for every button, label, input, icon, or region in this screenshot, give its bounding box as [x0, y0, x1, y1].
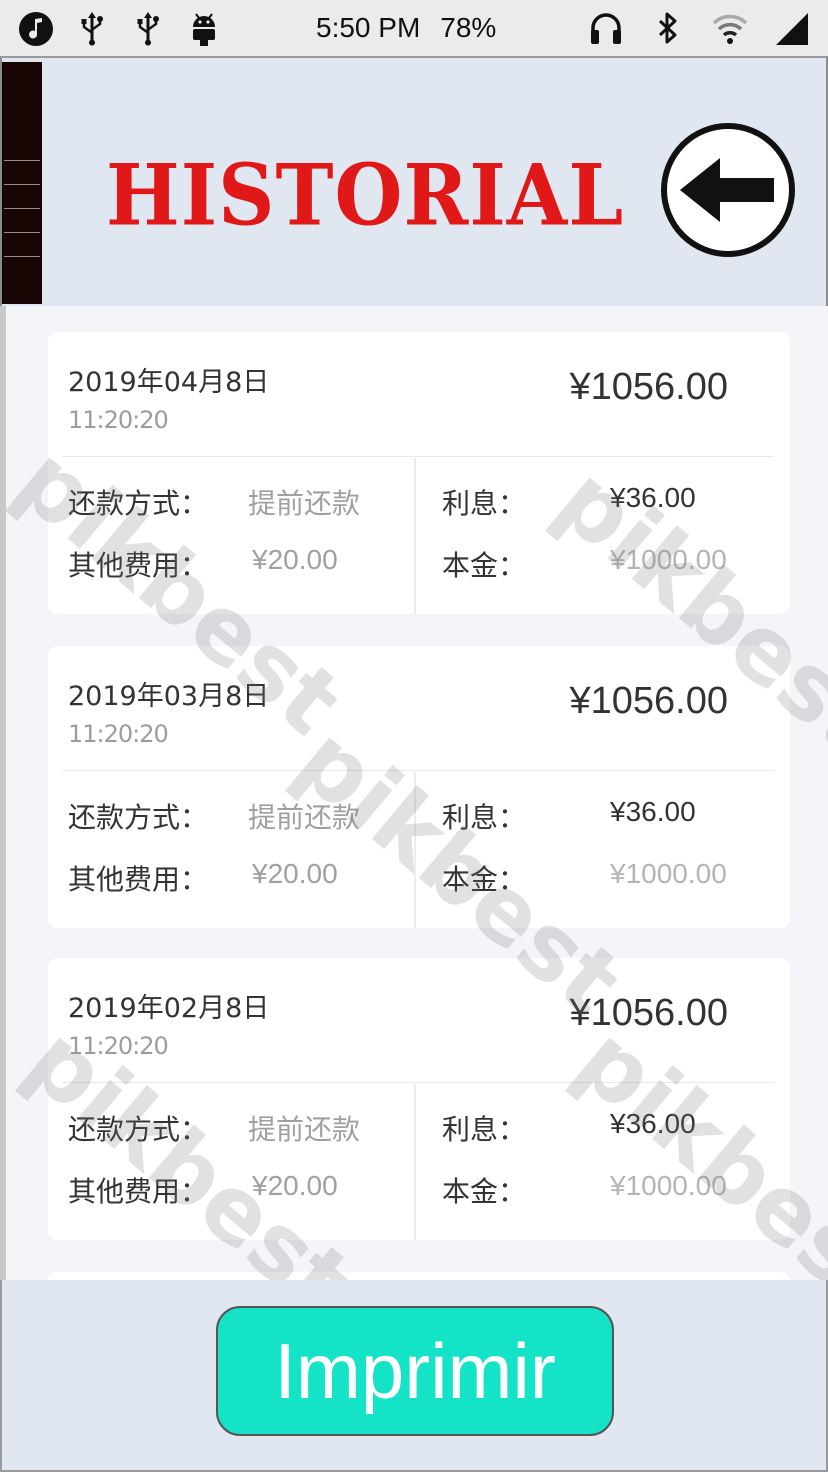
print-button[interactable]: Imprimir	[216, 1306, 614, 1436]
interest-label: 利息：	[442, 487, 527, 520]
other-fees-label: 其他费用：	[68, 549, 209, 582]
arrow-left-circle-icon	[661, 123, 795, 257]
record-time: 11:20:20	[68, 1032, 169, 1060]
principal-label: 本金：	[442, 1175, 527, 1208]
interest-value: ¥36.00	[610, 796, 696, 827]
other-fees-value: ¥20.00	[252, 858, 338, 889]
music-note-icon	[19, 12, 53, 46]
status-battery: 78%	[440, 12, 497, 43]
principal-label: 本金：	[442, 549, 527, 582]
card-column-divider	[414, 1084, 416, 1240]
history-record-card[interactable]: 2019年03月8日 11:20:20 ¥1056.00 还款方式： 提前还款 …	[48, 646, 790, 928]
handle-line	[4, 184, 40, 185]
principal-value: ¥1000.00	[610, 858, 727, 889]
handle-line	[4, 208, 40, 209]
card-divider	[62, 1082, 774, 1083]
history-record-card-partial[interactable]	[48, 1272, 790, 1280]
status-left-icons	[18, 10, 222, 48]
signal-icon	[776, 13, 808, 45]
record-total-amount: ¥1056.00	[569, 992, 729, 1034]
handle-line	[4, 256, 40, 257]
principal-value: ¥1000.00	[610, 1170, 727, 1201]
interest-value: ¥36.00	[610, 1108, 696, 1139]
record-time: 11:20:20	[68, 406, 169, 434]
other-fees-value: ¥20.00	[252, 1170, 338, 1201]
footer: Imprimir	[0, 1280, 828, 1472]
principal-value: ¥1000.00	[610, 544, 727, 575]
interest-label: 利息：	[442, 1113, 527, 1146]
android-icon	[193, 13, 215, 46]
payment-method-value: 提前还款	[248, 487, 361, 520]
status-time: 5:50 PM	[316, 12, 421, 43]
record-total-amount: ¥1056.00	[569, 366, 729, 408]
other-fees-label: 其他费用：	[68, 863, 209, 896]
usb-icon	[81, 12, 103, 46]
principal-label: 本金：	[442, 863, 527, 896]
card-divider	[62, 456, 774, 457]
bluetooth-icon	[658, 12, 677, 44]
other-fees-value: ¥20.00	[252, 544, 338, 575]
side-drawer-handle[interactable]	[2, 62, 42, 304]
history-record-card[interactable]: 2019年02月8日 11:20:20 ¥1056.00 还款方式： 提前还款 …	[48, 958, 790, 1240]
payment-method-value: 提前还款	[248, 1113, 361, 1146]
payment-method-label: 还款方式：	[68, 1113, 209, 1146]
status-right-icons	[588, 9, 810, 47]
card-column-divider	[414, 458, 416, 614]
payment-method-label: 还款方式：	[68, 487, 209, 520]
header: HISTORIAL	[0, 58, 828, 306]
status-bar: 5:50 PM 78%	[0, 0, 828, 58]
back-button[interactable]	[658, 120, 798, 260]
card-column-divider	[414, 772, 416, 928]
payment-method-label: 还款方式：	[68, 801, 209, 834]
payment-method-value: 提前还款	[248, 801, 361, 834]
card-divider	[62, 770, 774, 771]
record-date: 2019年03月8日	[68, 681, 270, 712]
record-time: 11:20:20	[68, 720, 169, 748]
record-date: 2019年04月8日	[68, 367, 270, 398]
usb-icon	[137, 12, 159, 46]
record-date: 2019年02月8日	[68, 993, 270, 1024]
history-list[interactable]: 2019年04月8日 11:20:20 ¥1056.00 还款方式： 提前还款 …	[0, 306, 828, 1280]
wifi-icon	[712, 14, 748, 44]
other-fees-label: 其他费用：	[68, 1175, 209, 1208]
status-center: 5:50 PM 78%	[316, 12, 496, 44]
history-record-card[interactable]: 2019年04月8日 11:20:20 ¥1056.00 还款方式： 提前还款 …	[48, 332, 790, 614]
page-title: HISTORIAL	[106, 146, 625, 246]
interest-value: ¥36.00	[610, 482, 696, 513]
handle-line	[4, 232, 40, 233]
interest-label: 利息：	[442, 801, 527, 834]
record-total-amount: ¥1056.00	[569, 680, 729, 722]
handle-line	[4, 160, 40, 161]
headphones-icon	[591, 13, 621, 44]
